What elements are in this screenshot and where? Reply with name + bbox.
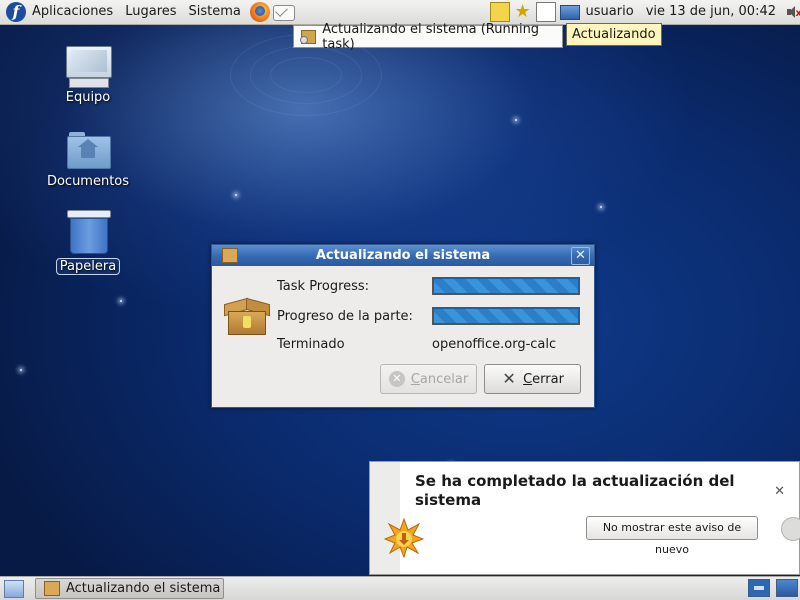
desktop-icon-equipo[interactable]: Equipo [43, 46, 133, 105]
part-progress-fill [433, 308, 579, 324]
package-updater-icon [222, 248, 238, 263]
workspace-1[interactable] [748, 579, 770, 597]
alert-burst-icon [384, 518, 424, 558]
package-box-icon [224, 297, 270, 335]
package-updater-icon [44, 581, 60, 596]
hover-tooltip: Actualizando [566, 23, 662, 46]
desktop-icon-label: Equipo [65, 90, 111, 105]
star-icon[interactable]: ★ [514, 3, 532, 21]
cancel-icon: ✕ [388, 371, 405, 387]
cancel-button[interactable]: ✕ Cancelar [380, 364, 477, 394]
close-button-label: Cerrar [523, 371, 564, 387]
dialog-titlebar[interactable]: Actualizando el sistema ✕ [212, 245, 594, 266]
firefox-icon[interactable] [249, 2, 270, 22]
dont-show-again-button[interactable]: No mostrar este aviso de nuevo [586, 516, 758, 556]
close-button[interactable]: ✕ Cerrar [484, 364, 581, 394]
menu-aplicaciones[interactable]: Aplicaciones [26, 0, 119, 24]
desktop-icon-documentos[interactable]: Documentos [43, 132, 133, 189]
mail-icon[interactable] [272, 5, 295, 21]
volume-muted-icon[interactable]: x [786, 4, 800, 20]
taskbar-item-update[interactable]: Actualizando el sistema [35, 578, 224, 599]
network-icon[interactable] [559, 5, 580, 20]
show-desktop-icon[interactable] [4, 580, 24, 598]
status-label: Terminado [277, 337, 345, 352]
running-task-tooltip-text: Actualizando el sistema (Running task) [322, 21, 540, 52]
task-progress-bar [432, 277, 580, 295]
task-progress-fill [433, 278, 579, 294]
notification-scroll-knob [781, 517, 800, 541]
home-folder-icon [67, 132, 111, 169]
desktop-icon-label: Documentos [46, 174, 130, 189]
note-icon[interactable] [489, 2, 510, 22]
desktop-icon-papelera[interactable]: Papelera [43, 210, 133, 275]
fedora-logo-icon[interactable]: f [6, 2, 26, 22]
cancel-button-label: Cancelar [410, 371, 469, 387]
update-dialog: Actualizando el sistema ✕ Task Progress:… [211, 244, 595, 408]
document-icon[interactable] [535, 2, 556, 22]
system-tray: ★ usuario vie 13 de jun, 00:42 x [486, 0, 800, 24]
menu-sistema[interactable]: Sistema [183, 0, 247, 24]
task-progress-label: Task Progress: [277, 279, 370, 294]
package-updater-icon [299, 29, 317, 44]
notification-title: Se ha completado la actualización del si… [415, 472, 735, 509]
update-notification: Se ha completado la actualización del si… [369, 461, 800, 575]
clock[interactable]: vie 13 de jun, 00:42 [640, 0, 782, 24]
workspace-2[interactable] [776, 579, 798, 597]
user-name[interactable]: usuario [580, 0, 640, 24]
dialog-close-icon[interactable]: ✕ [571, 247, 590, 265]
bottom-panel: Actualizando el sistema [0, 576, 800, 600]
taskbar-item-label: Actualizando el sistema [66, 581, 221, 596]
dialog-title: Actualizando el sistema [315, 248, 491, 263]
running-task-tooltip: Actualizando el sistema (Running task) [293, 22, 563, 52]
notification-close-icon[interactable]: ✕ [774, 484, 785, 499]
menu-lugares[interactable]: Lugares [119, 0, 182, 24]
trash-icon [67, 210, 111, 254]
computer-icon [65, 46, 112, 88]
part-progress-label: Progreso de la parte: [277, 309, 413, 324]
desktop-icon-label: Papelera [55, 258, 121, 275]
part-progress-bar [432, 307, 580, 325]
close-icon: ✕ [502, 369, 516, 388]
status-value: openoffice.org-calc [432, 337, 557, 352]
